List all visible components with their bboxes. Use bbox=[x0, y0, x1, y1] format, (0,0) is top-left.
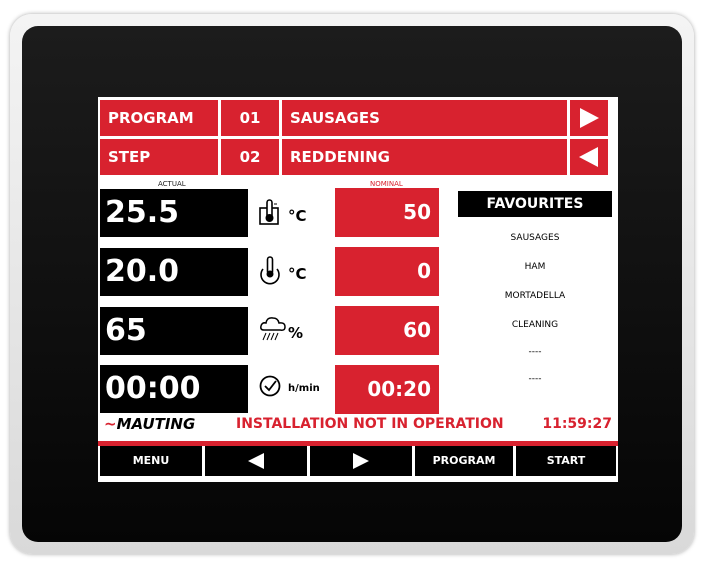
brand-logo: ~MAUTING bbox=[104, 415, 196, 433]
thermometer-chamber-icon bbox=[258, 198, 284, 228]
nominal-label: NOMINAL bbox=[370, 180, 403, 188]
status-message: INSTALLATION NOT IN OPERATION bbox=[236, 416, 504, 432]
next-button[interactable] bbox=[310, 446, 412, 476]
actual-label: ACTUAL bbox=[158, 180, 186, 188]
arrow-right-icon bbox=[580, 108, 599, 128]
previous-button[interactable] bbox=[205, 446, 307, 476]
start-button[interactable]: START bbox=[516, 446, 616, 476]
actual-humidity: 65 bbox=[100, 307, 248, 355]
actual-time: 00:00 bbox=[100, 365, 248, 413]
step-number[interactable]: 02 bbox=[221, 139, 279, 175]
arrow-left-icon bbox=[248, 453, 264, 469]
favourite-item[interactable]: MORTADELLA bbox=[458, 291, 612, 301]
timer-icon bbox=[258, 373, 284, 403]
core-thermometer-icon bbox=[258, 255, 284, 285]
actual-chamber-temperature: 25.5 bbox=[100, 189, 248, 237]
nominal-humidity[interactable]: 60 bbox=[335, 306, 439, 355]
favourites-title: FAVOURITES bbox=[458, 191, 612, 217]
favourite-item[interactable]: CLEANING bbox=[458, 320, 612, 330]
next-program-button[interactable] bbox=[570, 100, 608, 136]
time-unit: h/min bbox=[288, 383, 320, 394]
humidity-cloud-icon bbox=[258, 313, 288, 343]
program-name[interactable]: SAUSAGES bbox=[282, 100, 567, 136]
menu-button[interactable]: MENU bbox=[100, 446, 202, 476]
status-bar: ~MAUTING INSTALLATION NOT IN OPERATION 1… bbox=[98, 410, 618, 438]
favourite-item[interactable]: ---- bbox=[458, 374, 612, 384]
core-temperature-unit: °C bbox=[288, 265, 307, 283]
arrow-left-icon bbox=[579, 147, 598, 167]
touch-screen: PROGRAM 01 SAUSAGES STEP 02 REDDENING AC… bbox=[98, 97, 618, 482]
step-label: STEP bbox=[100, 139, 218, 175]
program-number[interactable]: 01 bbox=[221, 100, 279, 136]
actual-core-temperature: 20.0 bbox=[100, 248, 248, 296]
arrow-right-icon bbox=[353, 453, 369, 469]
program-label: PROGRAM bbox=[100, 100, 218, 136]
nominal-chamber-temperature[interactable]: 50 bbox=[335, 188, 439, 237]
clock: 11:59:27 bbox=[542, 416, 612, 432]
favourite-item[interactable]: HAM bbox=[458, 262, 612, 272]
favourite-item[interactable]: ---- bbox=[458, 347, 612, 357]
chamber-temperature-unit: °C bbox=[288, 207, 307, 225]
program-button[interactable]: PROGRAM bbox=[415, 446, 513, 476]
humidity-unit: % bbox=[288, 324, 304, 342]
favourite-item[interactable]: SAUSAGES bbox=[458, 233, 612, 243]
step-name[interactable]: REDDENING bbox=[282, 139, 567, 175]
previous-step-button[interactable] bbox=[570, 139, 608, 175]
nominal-time[interactable]: 00:20 bbox=[335, 365, 439, 414]
nominal-core-temperature[interactable]: 0 bbox=[335, 247, 439, 296]
